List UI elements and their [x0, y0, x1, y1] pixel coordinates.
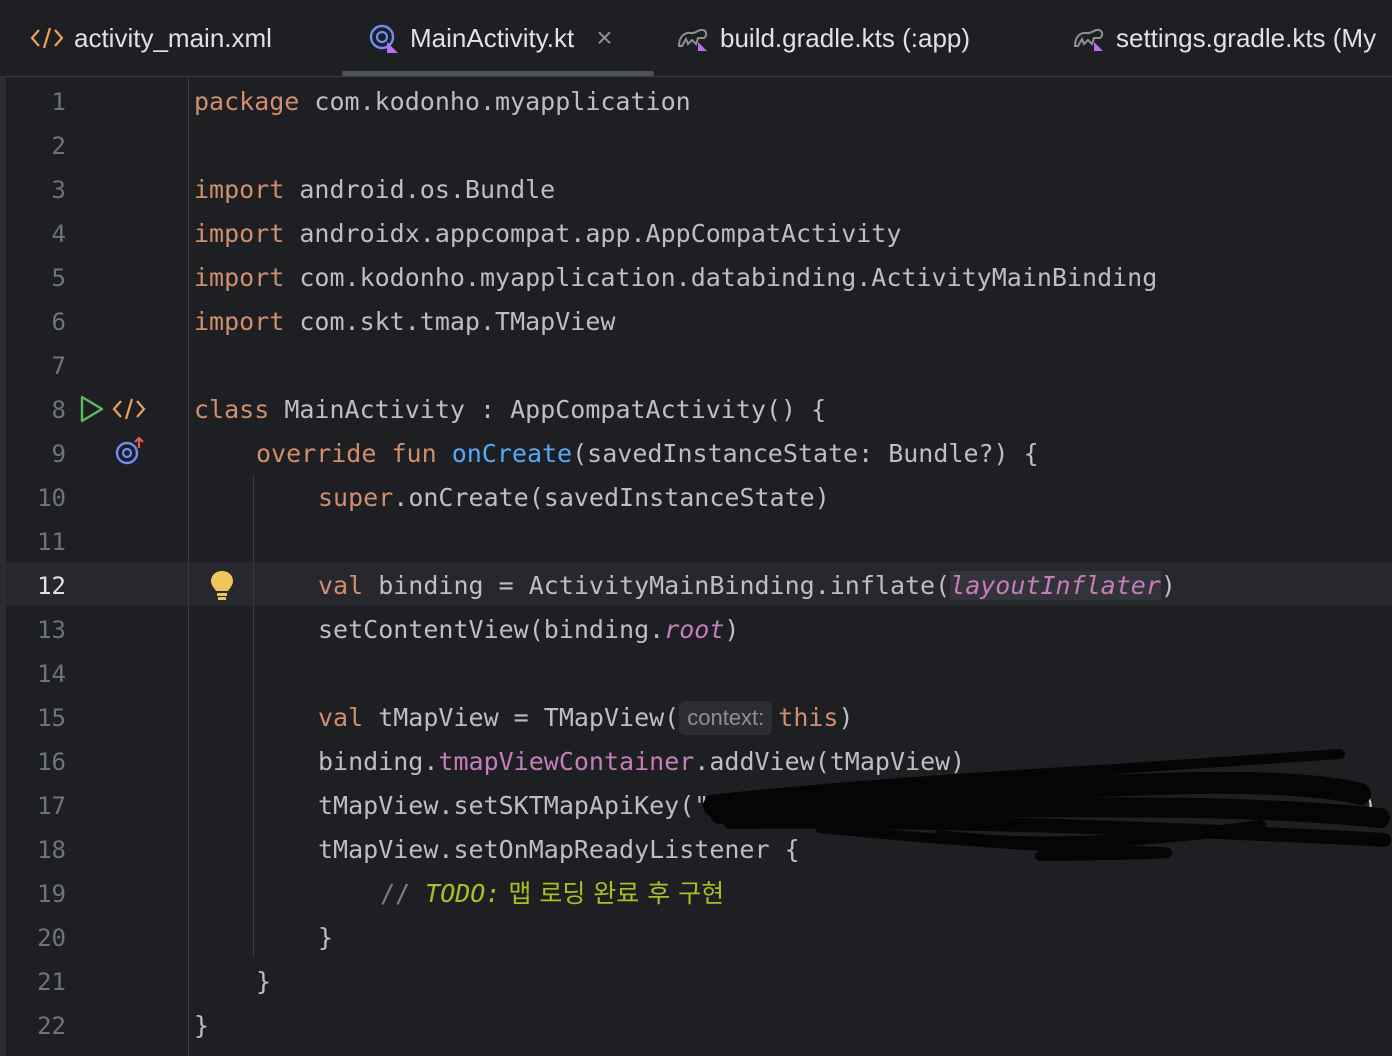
line-number: 16 — [37, 748, 66, 776]
code-text: binding. — [318, 747, 439, 776]
keyword: import — [194, 263, 285, 292]
keyword: import — [194, 219, 285, 248]
code-text: com.kodonho.myapplication.databinding.Ac… — [284, 263, 1158, 292]
line-number-current: 12 — [37, 572, 66, 600]
todo-marker: TODO: — [425, 879, 501, 908]
line-number: 7 — [51, 352, 66, 380]
line-number: 13 — [37, 616, 66, 644]
tab-label: MainActivity.kt — [410, 22, 575, 53]
close-tab-icon[interactable]: × — [596, 22, 612, 54]
line-number: 10 — [37, 484, 66, 512]
line-number: 17 — [37, 792, 66, 820]
keyword: package — [194, 87, 300, 116]
line-number: 22 — [37, 1012, 66, 1040]
code-line-3[interactable]: import android.os.Bundle — [194, 168, 555, 212]
code-text: tMapView.setSKTMapApiKey(" — [318, 791, 710, 820]
line-number: 11 — [37, 528, 66, 556]
gradle-icon — [1072, 24, 1106, 52]
keyword: import — [194, 307, 285, 336]
code-line-21[interactable]: } — [256, 960, 271, 1004]
comment: // — [380, 879, 426, 908]
line-number: 4 — [51, 220, 66, 248]
code-line-1[interactable]: package com.kodonho.myapplication — [194, 80, 691, 124]
code-text: MainActivity : AppCompatActivity() { — [269, 395, 827, 424]
code-text: ) — [838, 703, 854, 732]
parameter-hint: context: — [679, 701, 773, 735]
redaction-scribble — [703, 749, 1391, 861]
gradle-icon — [676, 24, 710, 52]
line-number: 8 — [51, 396, 66, 424]
line-number: 18 — [37, 836, 66, 864]
code-text: } — [318, 923, 334, 952]
code-line-4[interactable]: import androidx.appcompat.app.AppCompatA… — [194, 212, 901, 256]
line-number: 21 — [37, 968, 66, 996]
keyword: class — [194, 395, 270, 424]
code-line-9[interactable]: override fun onCreate(savedInstanceState… — [256, 432, 1039, 476]
tab-build-gradle-app[interactable]: build.gradle.kts (:app) — [676, 0, 970, 76]
code-line-17[interactable]: tMapView.setSKTMapApiKey(" — [318, 784, 709, 828]
function-name: onCreate — [451, 439, 573, 468]
property: root — [664, 615, 725, 644]
tab-settings-gradle[interactable]: settings.gradle.kts (My — [1072, 0, 1376, 76]
tab-activity-main-xml[interactable]: activity_main.xml — [30, 0, 272, 76]
code-text: } — [256, 967, 272, 996]
code-line-10[interactable]: super.onCreate(savedInstanceState) — [318, 476, 830, 520]
editor-tab-bar: activity_main.xml MainActivity.kt × buil… — [0, 0, 1392, 77]
code-line-12[interactable]: val binding = ActivityMainBinding.inflat… — [318, 564, 1176, 608]
code-text: (savedInstanceState: Bundle?) { — [572, 439, 1039, 468]
code-text: } — [194, 1011, 210, 1040]
todo-text: 맵 로딩 완료 후 구현 — [500, 879, 725, 908]
line-number: 5 — [51, 264, 66, 292]
line-number: 19 — [37, 880, 66, 908]
property: tmapViewContainer — [438, 747, 695, 776]
xml-layout-gutter-icon[interactable] — [112, 396, 146, 426]
active-tab-indicator — [342, 71, 654, 76]
code-text: androidx.appcompat.app.AppCompatActivity — [284, 219, 902, 248]
line-number: 1 — [51, 88, 66, 116]
keyword: val — [318, 703, 364, 732]
code-line-15[interactable]: val tMapView = TMapView(context: this) — [318, 696, 854, 740]
code-text: com.skt.tmap.TMapView — [284, 307, 616, 336]
keyword: import — [194, 175, 285, 204]
tab-mainactivity-kt[interactable]: MainActivity.kt × — [368, 0, 613, 76]
code-text: binding = ActivityMainBinding.inflate( — [363, 571, 951, 600]
property: layoutInflater — [950, 571, 1161, 600]
line-number: 14 — [37, 660, 66, 688]
run-gutter-icon[interactable] — [78, 394, 106, 428]
keyword: val — [318, 571, 364, 600]
line-number: 20 — [37, 924, 66, 952]
code-line-6[interactable]: import com.skt.tmap.TMapView — [194, 300, 615, 344]
line-number: 3 — [51, 176, 66, 204]
lightbulb-icon[interactable] — [206, 568, 238, 606]
line-number: 15 — [37, 704, 66, 732]
code-line-8[interactable]: class MainActivity : AppCompatActivity()… — [194, 388, 826, 432]
xml-tag-icon — [30, 25, 64, 51]
tab-label: activity_main.xml — [74, 22, 272, 53]
code-text: com.kodonho.myapplication — [299, 87, 691, 116]
code-line-5[interactable]: import com.kodonho.myapplication.databin… — [194, 256, 1157, 300]
gutter-separator — [188, 76, 189, 1056]
code-text: android.os.Bundle — [284, 175, 556, 204]
tab-label: build.gradle.kts (:app) — [720, 22, 971, 53]
code-line-19[interactable]: // TODO: 맵 로딩 완료 후 구현 — [380, 872, 724, 916]
code-text: .onCreate(savedInstanceState) — [393, 483, 830, 512]
keyword: override — [256, 439, 377, 468]
indent-guide — [253, 474, 254, 958]
line-number: 9 — [51, 440, 66, 468]
line-number: 6 — [51, 308, 66, 336]
keyword: super — [318, 483, 394, 512]
kotlin-class-icon — [368, 22, 400, 54]
code-line-20[interactable]: } — [318, 916, 333, 960]
override-gutter-icon[interactable] — [114, 436, 148, 470]
keyword: fun — [391, 439, 437, 468]
keyword: this — [778, 703, 839, 732]
code-text: ) — [724, 615, 740, 644]
code-text: setContentView(binding. — [318, 615, 665, 644]
code-line-22[interactable]: } — [194, 1004, 209, 1048]
tab-label: settings.gradle.kts (My — [1116, 22, 1377, 53]
code-text: tMapView = TMapView( — [363, 703, 680, 732]
line-number: 2 — [51, 132, 66, 160]
code-line-13[interactable]: setContentView(binding.root) — [318, 608, 739, 652]
code-text: ) — [1160, 571, 1176, 600]
